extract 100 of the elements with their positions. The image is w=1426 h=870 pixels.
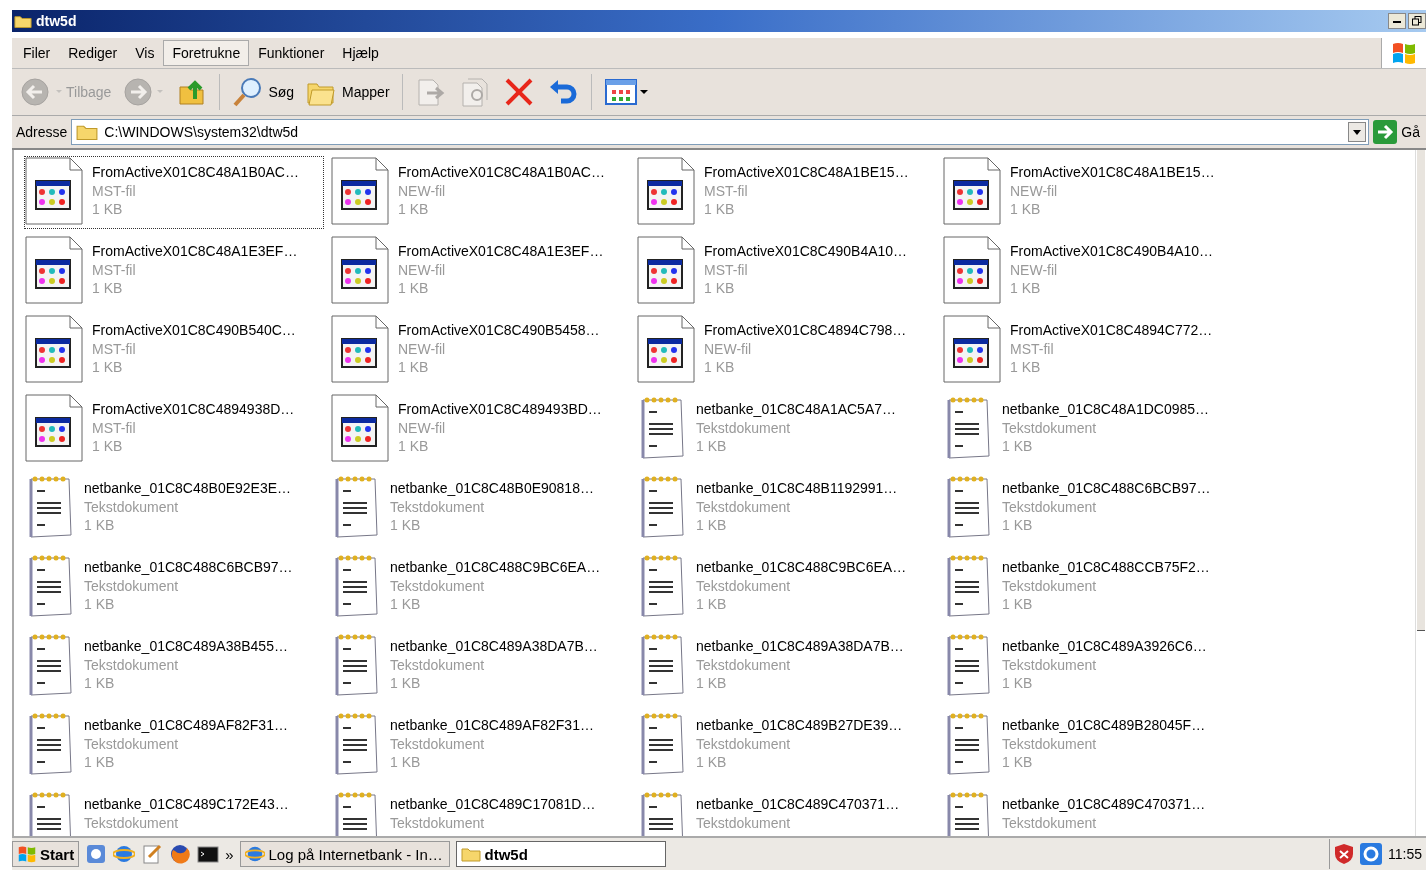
file-type: Tekstdokument (696, 576, 792, 595)
file-item[interactable]: FromActiveX01C8C490B5458… NEW-fil 1 KB (330, 314, 630, 387)
file-name: FromActiveX01C8C48A1BE15… (1010, 163, 1215, 182)
minimize-button[interactable] (1388, 13, 1406, 29)
window-title: dtw5d (36, 13, 77, 29)
file-name: FromActiveX01C8C490B540C… (92, 321, 296, 340)
file-type: Tekstdokument (84, 813, 180, 832)
file-size: 1 KB (92, 358, 124, 377)
folder-icon (76, 123, 99, 141)
file-item[interactable]: netbanke_01C8C489A38B455… Tekstdokument 1 KB (24, 630, 324, 703)
command-prompt-icon[interactable] (197, 843, 220, 865)
quick-launch-icon[interactable] (85, 843, 108, 865)
update-icon[interactable] (1360, 843, 1382, 865)
file-item[interactable]: netbanke_01C8C48A1DC0985… Tekstdokument 1 KB (942, 393, 1242, 466)
menu-item[interactable]: Vis (126, 40, 164, 66)
shield-icon[interactable] (1334, 843, 1354, 865)
file-item[interactable]: FromActiveX01C8C490B540C… MST-fil 1 KB (24, 314, 324, 387)
file-size: 1 KB (92, 200, 124, 219)
file-size: 1 KB (84, 674, 116, 693)
file-item[interactable]: netbanke_01C8C48A1AC5A7… Tekstdokument 1 KB (636, 393, 936, 466)
restore-button[interactable] (1408, 13, 1426, 29)
program-file-icon (25, 236, 83, 304)
file-item[interactable]: FromActiveX01C8C489493BD… NEW-fil 1 KB (330, 393, 630, 466)
back-arrow-icon (20, 77, 62, 107)
menu-item[interactable]: Filer (14, 40, 60, 66)
file-name: netbanke_01C8C489B28045F… (1002, 716, 1206, 735)
go-button[interactable]: Gå (1373, 120, 1422, 144)
file-item[interactable]: netbanke_01C8C48B0E90818… Tekstdokument 1 KB (330, 472, 630, 545)
file-name: netbanke_01C8C489B27DE39… (696, 716, 903, 735)
file-type: Tekstdokument (390, 655, 486, 674)
file-item[interactable]: netbanke_01C8C489B28045F… Tekstdokument 1 KB (942, 709, 1242, 782)
file-item[interactable]: FromActiveX01C8C48A1B0AC… NEW-fil 1 KB (330, 156, 630, 229)
file-type: Tekstdokument (1002, 576, 1098, 595)
file-item[interactable]: netbanke_01C8C488C9BC6EA… Tekstdokument 1 KB (330, 551, 630, 624)
file-item[interactable]: netbanke_01C8C48B1192991… Tekstdokument 1 KB (636, 472, 936, 545)
toolbar-button[interactable]: Søg (228, 74, 299, 110)
file-item[interactable]: FromActiveX01C8C4894C772… MST-fil 1 KB (942, 314, 1242, 387)
file-type: MST-fil (92, 181, 137, 200)
file-size: 1 KB (398, 358, 430, 377)
restore-icon (1412, 16, 1422, 26)
file-item[interactable]: netbanke_01C8C489A38DA7B… Tekstdokument 1 KB (636, 630, 936, 703)
file-item[interactable]: netbanke_01C8C488C6BCB97… Tekstdokument 1 KB (24, 551, 324, 624)
file-item[interactable]: netbanke_01C8C488C6BCB97… Tekstdokument 1 KB (942, 472, 1242, 545)
file-type: Tekstdokument (696, 655, 792, 674)
file-name: netbanke_01C8C488CCB75F2… (1002, 558, 1210, 577)
file-item[interactable]: netbanke_01C8C489A3926C6… Tekstdokument 1 KB (942, 630, 1242, 703)
address-label: Adresse (16, 124, 68, 140)
file-item[interactable]: netbanke_01C8C488C9BC6EA… Tekstdokument 1 KB (636, 551, 936, 624)
taskbar-button[interactable]: Log på Internetbank - In… (239, 841, 450, 867)
program-file-icon (943, 157, 1001, 225)
file-item[interactable]: FromActiveX01C8C490B4A10… MST-fil 1 KB (636, 235, 936, 308)
file-size: 1 KB (704, 279, 736, 298)
file-item[interactable]: netbanke_01C8C489AF82F31… Tekstdokument 1 KB (24, 709, 324, 782)
file-name: netbanke_01C8C489AF82F31… (84, 716, 288, 735)
file-item[interactable]: FromActiveX01C8C48A1BE15… MST-fil 1 KB (636, 156, 936, 229)
file-item[interactable]: netbanke_01C8C48B0E92E3E… Tekstdokument 1 KB (24, 472, 324, 545)
file-item[interactable]: netbanke_01C8C488CCB75F2… Tekstdokument 1 KB (942, 551, 1242, 624)
toolbar-button[interactable]: Mapper (302, 76, 394, 108)
file-item[interactable]: FromActiveX01C8C4894C798… NEW-fil 1 KB (636, 314, 936, 387)
file-name: netbanke_01C8C489A3926C6… (1002, 637, 1207, 656)
browser-icon[interactable] (113, 843, 136, 865)
file-item[interactable]: FromActiveX01C8C490B4A10… NEW-fil 1 KB (942, 235, 1242, 308)
file-item[interactable]: FromActiveX01C8C48A1B0AC… MST-fil 1 KB (24, 156, 324, 229)
file-item[interactable]: netbanke_01C8C489B27DE39… Tekstdokument 1 KB (636, 709, 936, 782)
file-item[interactable]: FromActiveX01C8C4894938D… MST-fil 1 KB (24, 393, 324, 466)
program-file-icon (331, 157, 389, 225)
file-type: MST-fil (704, 260, 749, 279)
minimize-icon (1393, 19, 1401, 23)
program-file-icon (637, 236, 695, 304)
file-item[interactable]: FromActiveX01C8C48A1E3EF… MST-fil 1 KB (24, 235, 324, 308)
file-type: MST-fil (92, 260, 137, 279)
menu-item[interactable]: Rediger (59, 40, 127, 66)
file-item[interactable]: netbanke_01C8C489AF82F31… Tekstdokument 1 KB (330, 709, 630, 782)
file-size: 1 KB (704, 200, 736, 219)
more-chevron[interactable]: » (225, 845, 234, 863)
file-name: netbanke_01C8C48B0E92E3E… (84, 479, 292, 498)
menu-item[interactable]: Hjælp (333, 40, 388, 66)
menu-item[interactable]: Foretrukne (163, 40, 250, 66)
taskbar-button[interactable]: dtw5d (455, 841, 666, 867)
file-size: 1 KB (390, 516, 422, 535)
program-file-icon (331, 315, 389, 383)
file-name: netbanke_01C8C489C172E43… (84, 795, 289, 814)
start-button[interactable]: Start (12, 841, 80, 867)
file-item[interactable]: FromActiveX01C8C48A1BE15… NEW-fil 1 KB (942, 156, 1242, 229)
forward-arrow-icon (123, 77, 166, 107)
file-name: FromActiveX01C8C4894C772… (1010, 321, 1213, 340)
file-name: netbanke_01C8C488C6BCB97… (84, 558, 293, 577)
address-field[interactable]: C:\WINDOWS\system32\dtw5d (71, 119, 1370, 145)
file-item[interactable]: FromActiveX01C8C48A1E3EF… NEW-fil 1 KB (330, 235, 630, 308)
notepad-icon[interactable] (141, 843, 164, 865)
program-file-icon (943, 236, 1001, 304)
browser-icon (244, 844, 265, 864)
file-item[interactable]: netbanke_01C8C489A38DA7B… Tekstdokument 1 KB (330, 630, 630, 703)
file-size: 1 KB (1010, 279, 1042, 298)
folder-icon (14, 13, 32, 29)
file-name: netbanke_01C8C489A38B455… (84, 637, 288, 656)
menu-item[interactable]: Funktioner (249, 40, 334, 66)
file-size: 1 KB (1002, 595, 1034, 614)
program-file-icon (637, 157, 695, 225)
file-name: netbanke_01C8C489A38DA7B… (390, 637, 598, 656)
